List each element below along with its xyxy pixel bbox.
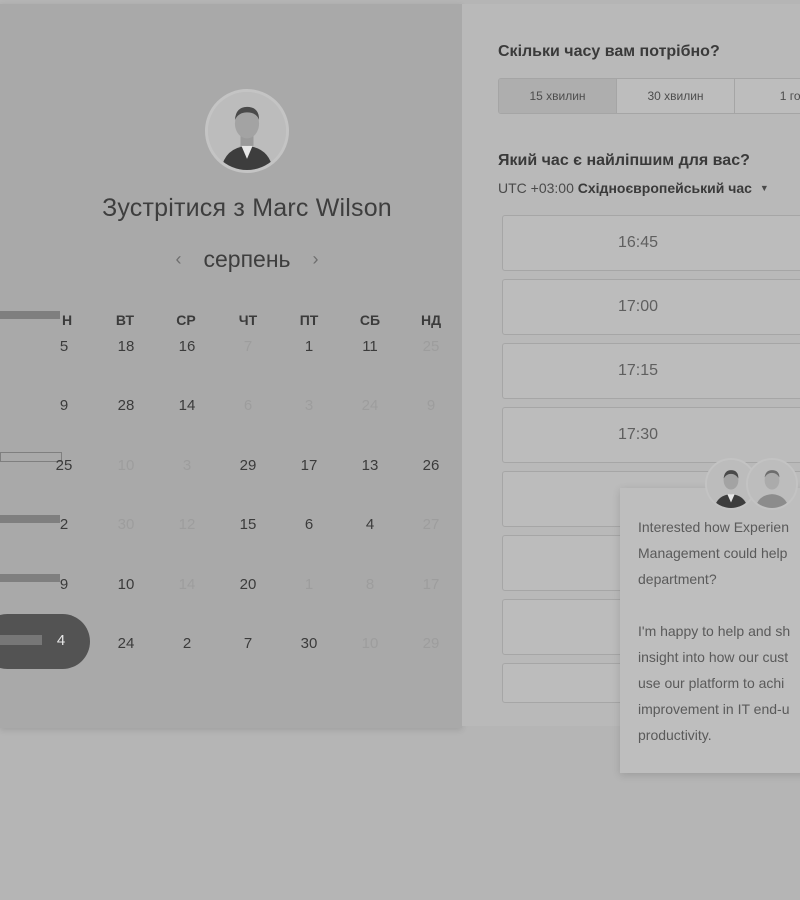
calendar-day[interactable]: 1 [289,338,329,355]
calendar-day[interactable]: 14 [167,397,207,414]
calendar-day-disabled: 29 [422,635,440,652]
time-slot[interactable]: 17:30 [502,407,800,463]
calendar-panel: Зустрітися з Marc Wilson ‹ серпень › Н В… [0,4,462,728]
timezone-selector[interactable]: UTC +03:00 Східноєвропейський час ▼ [498,180,769,196]
prev-month-button[interactable]: ‹ [175,249,181,270]
calendar-day-disabled: 10 [361,635,379,652]
calendar-day[interactable]: 30 [289,635,329,652]
time-question: Який час є найліпшим для вас? [498,152,750,169]
calendar-day[interactable]: 28 [106,397,146,414]
calendar-day[interactable]: 10 [106,576,146,593]
calendar-day-disabled: 6 [243,397,253,414]
time-slot[interactable]: 17:00 [502,279,800,335]
calendar-day[interactable]: 2 [44,516,84,533]
time-slot[interactable]: 16:45 [502,215,800,271]
calendar-day[interactable]: 24 [106,635,146,652]
calendar-day[interactable]: 6 [289,516,329,533]
calendar-day[interactable]: 17 [289,457,329,474]
calendar-day-disabled: 10 [117,457,135,474]
calendar-day[interactable]: 7 [228,635,268,652]
chevron-down-icon: ▼ [759,183,769,193]
calendar-day[interactable]: 9 [44,576,84,593]
calendar-day-disabled: 24 [361,397,379,414]
calendar-day[interactable]: 15 [228,516,268,533]
selected-day-bar [0,635,42,645]
selected-day[interactable]: 4 [0,614,90,669]
calendar-day-disabled: 27 [422,516,440,533]
calendar-day-disabled: 3 [304,397,314,414]
chat-popup[interactable]: Interested how Experien Management could… [620,488,800,773]
calendar-day[interactable]: 11 [350,338,390,355]
chat-agent-avatar [746,458,798,510]
calendar-day-disabled: 1 [304,576,314,593]
timezone-name: Східноєвропейський час [577,180,752,196]
month-navigator: ‹ серпень › [0,246,494,273]
duration-tab-60[interactable]: 1 год [735,79,800,113]
calendar-day[interactable]: 9 [44,397,84,414]
duration-tab-30[interactable]: 30 хвилин [617,79,735,113]
calendar-day-disabled: 8 [365,576,375,593]
meet-title: Зустрітися з Marc Wilson [102,194,392,222]
calendar-day[interactable]: 2 [167,635,207,652]
duration-tab-15[interactable]: 15 хвилин [499,79,617,113]
current-month: серпень [203,246,291,272]
calendar-day-disabled: 25 [422,338,440,355]
weekday-header: ПТ [299,312,319,328]
calendar-day-disabled: 9 [426,397,436,414]
next-month-button[interactable]: › [313,249,319,270]
weekday-header: ЧТ [238,312,258,328]
calendar-day-disabled: 12 [178,516,196,533]
host-avatar [205,89,289,173]
weekday-header: СБ [359,312,381,328]
calendar-day[interactable]: 16 [167,338,207,355]
calendar-day-disabled: 3 [182,457,192,474]
calendar-day-disabled: 17 [422,576,440,593]
calendar-day-disabled: 7 [243,338,253,355]
chat-message: Interested how Experien Management could… [638,519,791,743]
calendar-day[interactable]: 29 [228,457,268,474]
calendar-day[interactable]: 5 [44,338,84,355]
calendar-day[interactable]: 18 [106,338,146,355]
calendar-day[interactable]: 20 [228,576,268,593]
calendar-day[interactable]: 13 [350,457,390,474]
weekday-header: НД [420,312,442,328]
calendar-day[interactable]: 26 [411,457,451,474]
calendar-day-disabled: 14 [178,576,196,593]
timezone-offset: UTC +03:00 [498,180,574,196]
cut-off-date-bar [0,311,60,319]
selected-day-number: 4 [56,632,66,649]
calendar-day[interactable]: 25 [44,457,84,474]
weekday-header: ВТ [115,312,135,328]
weekday-header: СР [176,312,196,328]
duration-question: Скільки часу вам потрібно? [498,43,720,60]
calendar-day-disabled: 30 [117,516,135,533]
duration-selector: 15 хвилин 30 хвилин 1 год [498,78,800,114]
calendar-day[interactable]: 4 [350,516,390,533]
time-slot[interactable]: 17:15 [502,343,800,399]
